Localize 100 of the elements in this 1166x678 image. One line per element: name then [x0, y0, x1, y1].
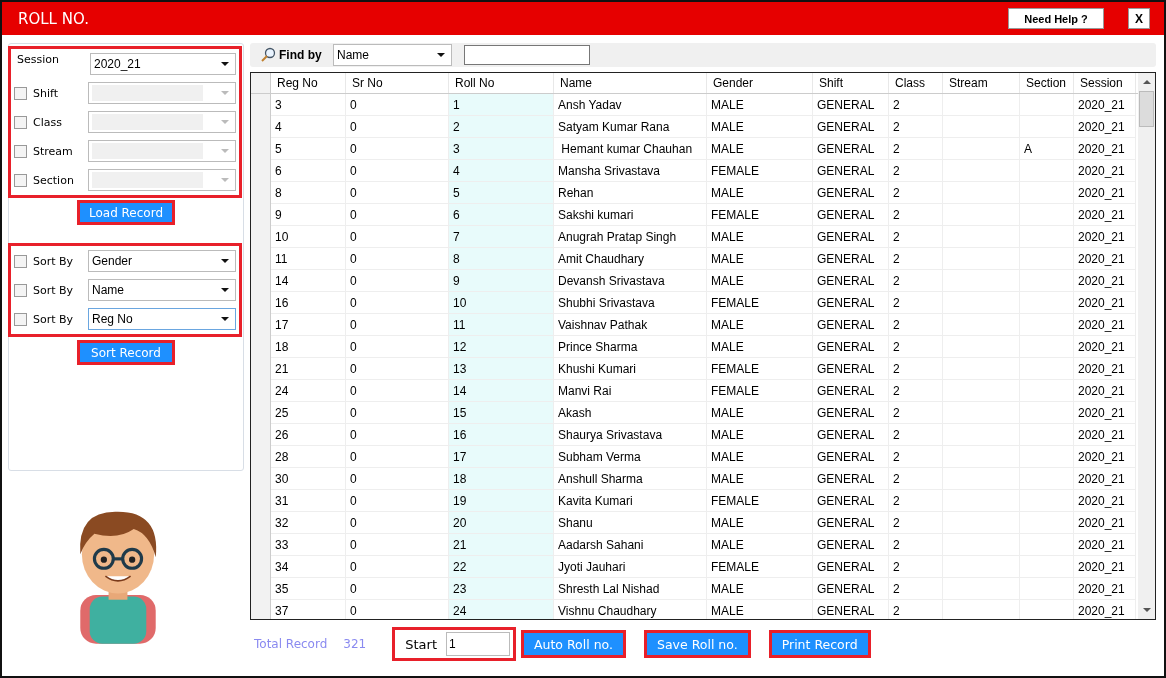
table-cell: 2 [889, 270, 943, 292]
table-cell: 8 [449, 248, 554, 270]
table-cell: GENERAL [813, 314, 889, 336]
table-cell: 2020_21 [1074, 314, 1136, 336]
table-cell: 2020_21 [1074, 578, 1136, 600]
sort-label: Sort By [33, 254, 75, 268]
table-cell: 2020_21 [1074, 402, 1136, 424]
table-cell: MALE [707, 314, 813, 336]
table-cell: 21 [449, 534, 554, 556]
table-cell: 2020_21 [1074, 270, 1136, 292]
checkbox[interactable] [14, 254, 27, 268]
help-button[interactable]: Need Help ? [1008, 8, 1104, 29]
checkbox[interactable] [14, 312, 27, 326]
table-cell: 9 [449, 270, 554, 292]
table-cell: 30 [271, 468, 346, 490]
column-header[interactable]: Roll No [449, 73, 554, 93]
table-cell: Devansh Srivastava [554, 270, 707, 292]
find-by-label: Find by [279, 48, 323, 62]
scrollbar[interactable] [1138, 73, 1155, 619]
close-button[interactable]: X [1128, 8, 1150, 29]
table-cell: 34 [271, 556, 346, 578]
table-cell: 2 [889, 182, 943, 204]
table-cell: 2020_21 [1074, 556, 1136, 578]
column-header[interactable]: Sr No [346, 73, 449, 93]
table-cell: Manvi Rai [554, 380, 707, 402]
table-cell: FEMALE [707, 556, 813, 578]
table-cell: 2 [889, 314, 943, 336]
table-cell: Jyoti Jauhari [554, 556, 707, 578]
table-cell: MALE [707, 446, 813, 468]
column-header[interactable]: Class [889, 73, 943, 93]
table-cell: Satyam Kumar Rana [554, 116, 707, 138]
table-cell: GENERAL [813, 292, 889, 314]
table-cell: GENERAL [813, 468, 889, 490]
row-header[interactable] [251, 600, 271, 619]
column-header[interactable]: Stream [943, 73, 1020, 93]
table-cell: Anugrah Pratap Singh [554, 226, 707, 248]
column-header[interactable]: Reg No [271, 73, 346, 93]
table-cell: GENERAL [813, 402, 889, 424]
total-record-label: Total Record [254, 637, 328, 651]
row-header[interactable] [251, 94, 271, 116]
table-cell: 2020_21 [1074, 336, 1136, 358]
session-label: Session [16, 53, 60, 66]
table-cell: GENERAL [813, 270, 889, 292]
table-cell: GENERAL [813, 600, 889, 619]
table-cell: 2 [889, 226, 943, 248]
column-header[interactable]: Name [554, 73, 707, 93]
table-cell: GENERAL [813, 446, 889, 468]
table-cell: MALE [707, 402, 813, 424]
table-cell: GENERAL [813, 512, 889, 534]
table-cell: 2 [889, 160, 943, 182]
session-dropdown[interactable]: 2020_21 [90, 53, 236, 75]
table-cell: GENERAL [813, 116, 889, 138]
table-cell: 4 [449, 160, 554, 182]
start-field[interactable]: 1 [446, 632, 510, 656]
table-cell: Hemant kumar Chauhan [554, 138, 707, 160]
table-cell: 15 [449, 402, 554, 424]
table-cell: 2 [889, 468, 943, 490]
search-icon [260, 47, 276, 63]
table-cell: 2020_21 [1074, 94, 1136, 116]
table-cell: Shaurya Srivastava [554, 424, 707, 446]
table-cell: Subham Verma [554, 446, 707, 468]
table-cell: 17 [271, 314, 346, 336]
table-cell: MALE [707, 94, 813, 116]
table-cell: 2020_21 [1074, 160, 1136, 182]
checkbox[interactable] [14, 283, 27, 297]
table-cell: 33 [271, 534, 346, 556]
table-cell: 6 [449, 204, 554, 226]
table-cell: 2020_21 [1074, 248, 1136, 270]
table-cell: 23 [449, 578, 554, 600]
sort-dropdown[interactable]: Name [88, 279, 236, 301]
table-cell: 2 [889, 94, 943, 116]
table-cell: 16 [449, 424, 554, 446]
sort-dropdown[interactable]: Gender [88, 250, 236, 272]
table-cell: Akash [554, 402, 707, 424]
sort-label: Sort By [33, 312, 75, 326]
column-header[interactable]: Gender [707, 73, 813, 93]
column-header[interactable]: Session [1074, 73, 1136, 93]
table-cell: GENERAL [813, 358, 889, 380]
table-cell: Kavita Kumari [554, 490, 707, 512]
table-cell: 3 [449, 138, 554, 160]
column-header[interactable]: Shift [813, 73, 889, 93]
table-cell: 2020_21 [1074, 490, 1136, 512]
table-cell: 20 [449, 512, 554, 534]
table-cell: GENERAL [813, 424, 889, 446]
find-by-dropdown[interactable]: Name [333, 44, 452, 66]
table-cell: 2020_21 [1074, 358, 1136, 380]
table-cell: GENERAL [813, 204, 889, 226]
table-cell: GENERAL [813, 248, 889, 270]
column-header[interactable]: Section [1020, 73, 1074, 93]
table-cell: 2020_21 [1074, 600, 1136, 619]
table-cell: 2020_21 [1074, 446, 1136, 468]
search-field[interactable] [464, 45, 590, 65]
table-cell: MALE [707, 336, 813, 358]
table-cell: 16 [271, 292, 346, 314]
table-cell: 10 [449, 292, 554, 314]
table-cell: 2 [889, 600, 943, 619]
table-cell: 11 [449, 314, 554, 336]
table-cell: FEMALE [707, 204, 813, 226]
table-cell: 2020_21 [1074, 204, 1136, 226]
sort-dropdown[interactable]: Reg No [88, 308, 236, 330]
